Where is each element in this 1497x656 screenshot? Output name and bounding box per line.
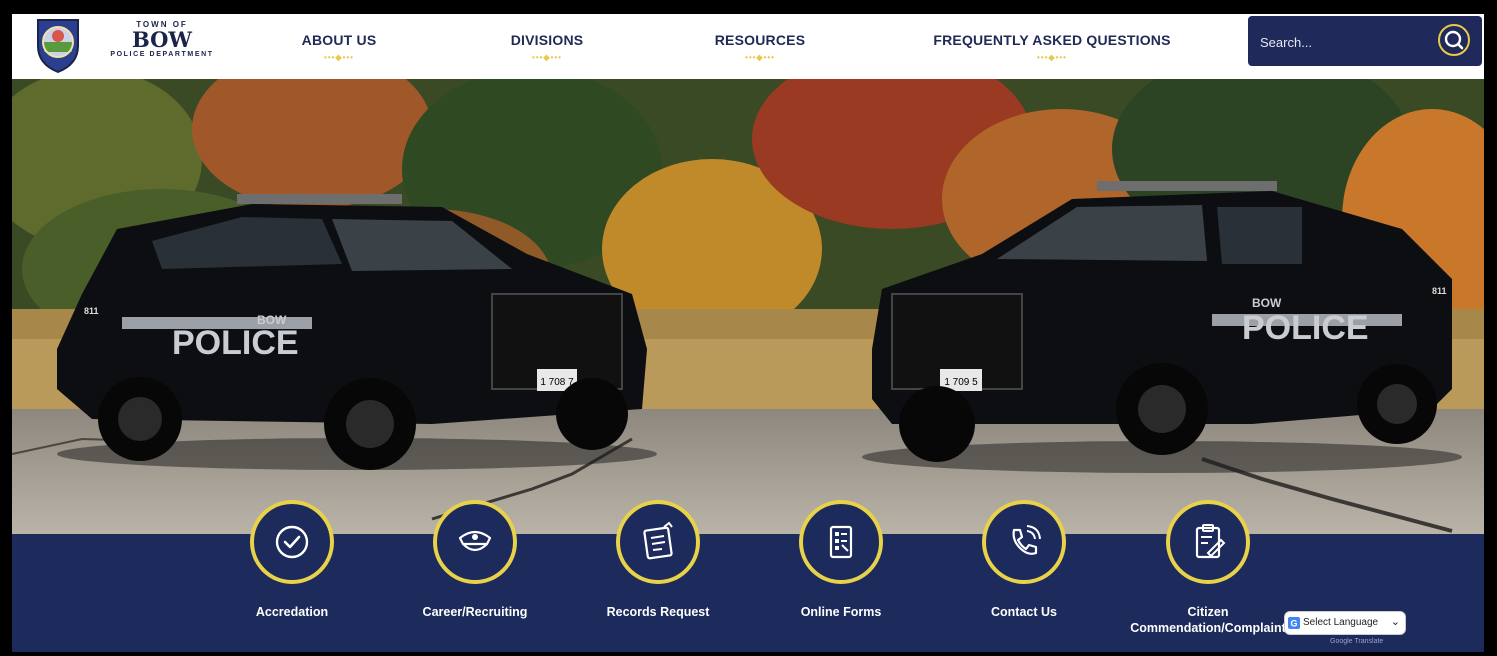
quick-link-label: Accredation [255,605,329,619]
check-circle-icon [275,525,309,559]
quick-link-ring [616,500,700,584]
site-header: TOWN OF BOW POLICE DEPARTMENT ABOUT US •… [12,14,1484,79]
nav-dots-divider: •••◆••• [324,53,354,62]
nav-dots-divider: •••◆••• [745,53,775,62]
nav-faq[interactable]: FREQUENTLY ASKED QUESTIONS •••◆••• [924,32,1180,68]
nav-resources-label: RESOURCES [714,32,806,48]
nav-resources[interactable]: RESOURCES •••◆••• [700,32,820,68]
logo-text: TOWN OF BOW POLICE DEPARTMENT [92,20,232,58]
document-request-icon [643,521,673,560]
quick-link-label: Records Request [606,605,710,619]
hero-police-cars-photo: 1 708 7 BOW POLICE 811 1 709 5 BOW POLIC… [12,79,1484,534]
search-icon [1444,30,1464,50]
quick-link-accredation[interactable]: Accredation [207,500,377,620]
left-car-unit-text: 811 [84,306,99,316]
page: TOWN OF BOW POLICE DEPARTMENT ABOUT US •… [12,14,1484,652]
nav-about-us[interactable]: ABOUT US •••◆••• [282,32,396,68]
nav-divisions-label: DIVISIONS [510,32,584,48]
police-cap-icon [458,530,492,552]
right-car-bow-text: BOW [1252,296,1282,310]
quick-link-label: Career/Recruiting [422,605,528,619]
phone-icon [1012,525,1041,555]
right-car-plate: 1 709 5 [944,377,978,388]
quick-link-contact-us[interactable]: Contact Us [939,500,1109,620]
quick-link-ring [1166,500,1250,584]
quick-link-label: Online Forms [800,605,882,619]
quick-link-online-forms[interactable]: Online Forms [756,500,926,620]
logo-main-text: BOW [131,27,193,52]
quick-link-label: Citizen Commendation/Complaint [1130,605,1286,635]
nav-faq-label: FREQUENTLY ASKED QUESTIONS [933,32,1171,48]
logo-bottom-text: POLICE DEPARTMENT [110,51,214,58]
language-select-label: Select Language [1303,617,1379,628]
hero-image: 1 708 7 BOW POLICE 811 1 709 5 BOW POLIC… [12,79,1484,534]
quick-link-ring [982,500,1066,584]
clipboard-pen-icon [1195,524,1226,559]
nav-divisions[interactable]: DIVISIONS •••◆••• [489,32,605,68]
right-car-unit-text: 811 [1432,286,1447,296]
search-button[interactable] [1438,24,1470,56]
quick-link-ring [250,500,334,584]
google-translate-icon: G [1288,617,1300,629]
search-input[interactable] [1258,28,1422,56]
quick-link-records-request[interactable]: Records Request [573,500,743,620]
powered-by-google-translate[interactable]: Google Translate [1330,638,1383,645]
quick-link-ring [799,500,883,584]
search-bar [1248,16,1482,66]
right-car-police-text: POLICE [1242,309,1369,347]
quick-link-ring [433,500,517,584]
site-logo[interactable]: TOWN OF BOW POLICE DEPARTMENT [34,16,234,76]
quick-link-citizen-commendation[interactable]: Citizen Commendation/Complaint [1120,500,1296,636]
language-select[interactable]: G Select Language ⌄ [1284,611,1406,635]
nav-dots-divider: •••◆••• [532,53,562,62]
quick-link-label: Contact Us [991,605,1057,619]
nav-about-us-label: ABOUT US [301,32,377,48]
quick-link-career-recruiting[interactable]: Career/Recruiting [390,500,560,620]
left-car-police-text: POLICE [172,324,299,362]
svg-text:G: G [1290,619,1297,629]
chevron-down-icon: ⌄ [1390,616,1400,628]
form-icon [829,525,853,559]
police-badge-icon [37,19,79,74]
nav-dots-divider: •••◆••• [1037,53,1067,62]
